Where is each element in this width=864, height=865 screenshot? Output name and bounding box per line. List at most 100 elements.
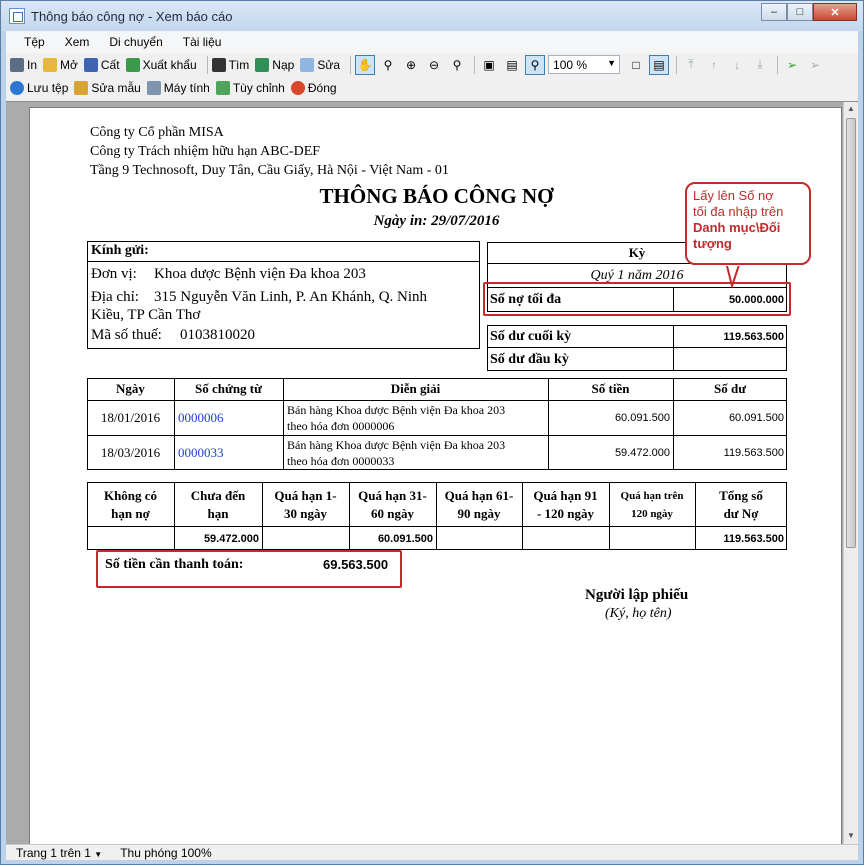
folder-icon bbox=[43, 57, 58, 72]
actual-size-button[interactable]: ⚲ bbox=[525, 54, 546, 75]
menu-view[interactable]: Xem bbox=[55, 35, 100, 49]
app-icon bbox=[9, 8, 25, 24]
find-button[interactable]: Tìm bbox=[211, 54, 249, 75]
next-page-button[interactable]: ↓ bbox=[727, 55, 747, 75]
forward-circle-icon: ➢ bbox=[810, 57, 821, 72]
save-file-button[interactable]: Lưu tệp bbox=[10, 77, 68, 98]
callout-line: Danh mục\Đối bbox=[693, 220, 781, 235]
company-name-2: Công ty Trách nhiệm hữu hạn ABC-DEF bbox=[90, 144, 321, 159]
close-window-button[interactable]: ✕ bbox=[813, 3, 857, 21]
edit-button[interactable]: Sửa bbox=[300, 54, 340, 75]
callout-line: Lấy lên Số nợ bbox=[693, 188, 774, 203]
tax-label: Mã số thuế: bbox=[91, 327, 162, 343]
toolbar-separator bbox=[676, 55, 678, 74]
back-button[interactable]: ➢ bbox=[782, 55, 802, 75]
hand-tool-button[interactable]: ✋ bbox=[355, 54, 376, 75]
first-page-button[interactable]: ⤒ bbox=[681, 55, 701, 75]
export-icon bbox=[125, 57, 140, 72]
arrow-down-icon: ↓ bbox=[734, 57, 741, 72]
col-header-desc: Diễn giải bbox=[390, 381, 441, 396]
closing-balance-label: Số dư cuối kỳ bbox=[490, 328, 572, 344]
aging-value bbox=[262, 527, 349, 550]
col-header-date: Ngày bbox=[116, 381, 145, 396]
chevron-down-icon: ▼ bbox=[94, 849, 103, 859]
window-title: Thông báo công nợ - Xem báo cáo bbox=[31, 8, 233, 24]
printer-icon bbox=[10, 57, 24, 72]
single-page-button[interactable]: □ bbox=[626, 55, 646, 75]
magnifier-icon: ⚲ bbox=[383, 57, 393, 72]
unit-value: Khoa dược Bệnh viện Đa khoa 203 bbox=[154, 266, 366, 282]
aging-header: Chưa đến hạn bbox=[190, 488, 246, 521]
hand-icon: ✋ bbox=[357, 57, 373, 72]
minimize-button[interactable]: – bbox=[761, 3, 787, 21]
menu-bar: Tệp Xem Di chuyển Tài liệu bbox=[6, 31, 858, 53]
report-viewport[interactable]: Công ty Cổ phần MISA Công ty Trách nhiệm… bbox=[6, 101, 858, 844]
row-doc-link[interactable]: 0000006 bbox=[178, 401, 283, 435]
aging-header: Tổng số dư Nợ bbox=[719, 488, 763, 521]
forward-button[interactable]: ➢ bbox=[805, 55, 825, 75]
status-bar: Trang 1 trên 1 ▼ Thu phóng 100% bbox=[6, 844, 858, 860]
vertical-scrollbar[interactable]: ▲ ▼ bbox=[843, 102, 858, 844]
page-indicator[interactable]: Trang 1 trên 1 ▼ bbox=[16, 846, 102, 860]
print-button[interactable]: In bbox=[10, 54, 37, 75]
continuous-page-button[interactable]: ▤ bbox=[649, 54, 670, 75]
row-doc-link[interactable]: 0000033 bbox=[178, 436, 283, 470]
last-page-button[interactable]: ⤓ bbox=[750, 55, 770, 75]
address-label: Địa chỉ: bbox=[91, 289, 139, 305]
menu-file[interactable]: Tệp bbox=[14, 35, 55, 49]
scroll-thumb[interactable] bbox=[846, 118, 856, 548]
scroll-up-icon[interactable]: ▲ bbox=[846, 104, 856, 116]
menu-document[interactable]: Tài liệu bbox=[173, 35, 232, 49]
pay-amount-label: Số tiền cần thanh toán: bbox=[105, 557, 244, 572]
aging-value bbox=[609, 527, 695, 550]
back-circle-icon: ➢ bbox=[787, 57, 798, 72]
save-button[interactable]: Cất bbox=[83, 54, 120, 75]
aging-value bbox=[87, 527, 174, 550]
edit-template-button[interactable]: Sửa mẫu bbox=[74, 77, 141, 98]
address-line-2: Kiều, TP Cần Thơ bbox=[91, 307, 201, 323]
aging-header: Quá hạn 61- 90 ngày bbox=[444, 488, 514, 521]
zoom-in-button[interactable]: ⊕ bbox=[401, 55, 421, 75]
zoom-select[interactable]: 100 % ▼ bbox=[548, 55, 621, 74]
zoom-in-icon: ⊕ bbox=[406, 57, 417, 72]
aging-value: 59.472.000 bbox=[203, 532, 259, 545]
fit-page-button[interactable]: ▣ bbox=[479, 55, 499, 75]
chevron-down-icon: ▼ bbox=[607, 58, 617, 68]
pencil-icon bbox=[74, 80, 89, 95]
row-desc: Bán hàng Khoa dược Bệnh viện Đa khoa 203 bbox=[287, 402, 506, 417]
scroll-down-icon[interactable]: ▼ bbox=[846, 831, 856, 843]
menu-navigate[interactable]: Di chuyển bbox=[99, 35, 172, 49]
fit-width-button[interactable]: ▤ bbox=[502, 55, 522, 75]
zoom-out-icon: ⊖ bbox=[429, 57, 440, 72]
aging-value bbox=[436, 527, 522, 550]
row-date: 18/01/2016 bbox=[100, 410, 161, 425]
close-button[interactable]: Đóng bbox=[290, 77, 337, 98]
zoom-out-button[interactable]: ⊖ bbox=[424, 55, 444, 75]
report-page: Công ty Cổ phần MISA Công ty Trách nhiệm… bbox=[29, 107, 842, 844]
aging-header: Quá hạn 1- 30 ngày bbox=[274, 488, 337, 521]
zoom-button[interactable]: ⚲ bbox=[378, 55, 398, 75]
find-text-button[interactable]: ⚲ bbox=[447, 55, 467, 75]
callout-line: tượng bbox=[693, 236, 732, 251]
previous-page-button[interactable]: ↑ bbox=[704, 55, 724, 75]
aging-value: 60.091.500 bbox=[377, 532, 433, 545]
calculator-button[interactable]: Máy tính bbox=[146, 77, 210, 98]
aging-value: 119.563.500 bbox=[723, 532, 784, 545]
aging-header: Quá hạn trên 120 ngày bbox=[620, 490, 684, 520]
row-amount: 60.091.500 bbox=[614, 412, 670, 424]
report-viewer-window: Thông báo công nợ - Xem báo cáo – □ ✕ Tệ… bbox=[0, 0, 864, 865]
toolbar-separator bbox=[350, 55, 352, 74]
col-header-balance: Số dư bbox=[713, 381, 746, 396]
toolbar-separator bbox=[474, 55, 476, 74]
open-button[interactable]: Mở bbox=[43, 54, 78, 75]
refresh-icon bbox=[255, 57, 270, 72]
row-desc: theo hóa đơn 0000033 bbox=[287, 453, 395, 468]
toolbar-secondary: Lưu tệp Sửa mẫu Máy tính Tùy chỉnh Đóng bbox=[6, 76, 858, 99]
maximize-button[interactable]: □ bbox=[787, 3, 813, 21]
company-name: Công ty Cổ phần MISA bbox=[90, 125, 224, 140]
fit-page-icon: ▣ bbox=[483, 57, 495, 72]
pay-amount-value: 69.563.500 bbox=[323, 557, 389, 572]
customize-button[interactable]: Tùy chỉnh bbox=[215, 77, 285, 98]
export-button[interactable]: Xuất khẩu bbox=[125, 54, 197, 75]
load-button[interactable]: Nạp bbox=[255, 54, 294, 75]
